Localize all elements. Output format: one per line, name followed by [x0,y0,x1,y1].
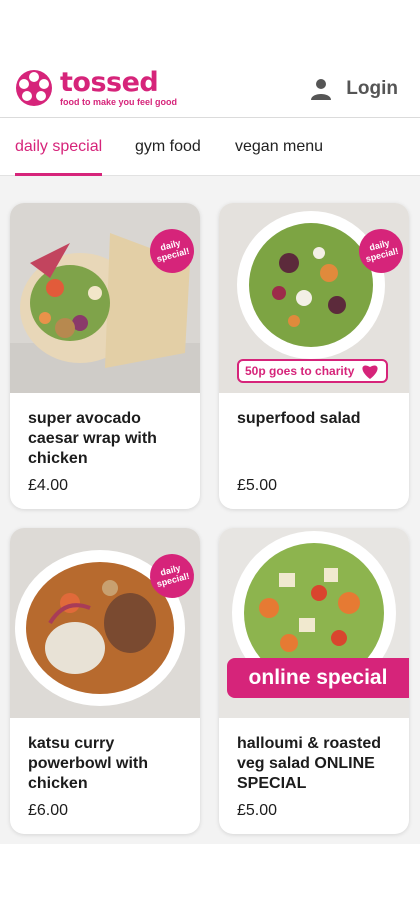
site-header: tossed food to make you feel good Login [0,62,420,118]
logo[interactable]: tossed food to make you feel good [14,68,177,108]
tab-vegan-menu[interactable]: vegan menu [235,138,323,176]
product-title: halloumi & roasted veg salad ONLINE SPEC… [237,735,382,792]
product-image: daily special! 50p goes to charity [219,203,409,393]
product-card-halloumi-salad[interactable]: online special halloumi & roasted veg sa… [219,528,409,834]
menu-tabs: daily special gym food vegan menu [0,118,420,176]
product-grid: daily special! super avocado caesar wrap… [0,176,420,844]
tab-gym-food[interactable]: gym food [135,138,201,176]
product-title: katsu curry powerbowl with chicken [28,735,148,792]
product-price: £4.00 [28,477,69,494]
user-icon [311,79,332,100]
product-title: superfood salad [237,410,361,427]
product-price: £5.00 [237,477,278,494]
charity-text: 50p goes to charity [245,364,355,378]
product-image: online special [219,528,409,718]
product-price: £5.00 [237,802,278,819]
charity-label: 50p goes to charity [237,359,389,383]
product-card-katsu-curry[interactable]: daily special! katsu curry powerbowl wit… [10,528,200,834]
product-image: daily special! [10,203,200,393]
product-image: daily special! [10,528,200,718]
product-price: £6.00 [28,802,69,819]
status-area [0,0,420,62]
online-special-banner: online special [227,658,409,698]
page-footer-space [0,844,420,916]
product-title: super avocado caesar wrap with chicken [28,410,157,467]
login-button[interactable]: Login [310,78,398,100]
heart-icon [362,365,378,379]
login-label: Login [346,78,398,99]
logo-flower-icon [16,70,52,106]
brand-tagline: food to make you feel good [60,97,178,107]
tab-daily-special[interactable]: daily special [15,138,103,176]
product-card-superfood-salad[interactable]: daily special! 50p goes to charity super… [219,203,409,509]
product-card-wrap[interactable]: daily special! super avocado caesar wrap… [10,203,200,509]
brand-name: tossed [60,67,159,98]
